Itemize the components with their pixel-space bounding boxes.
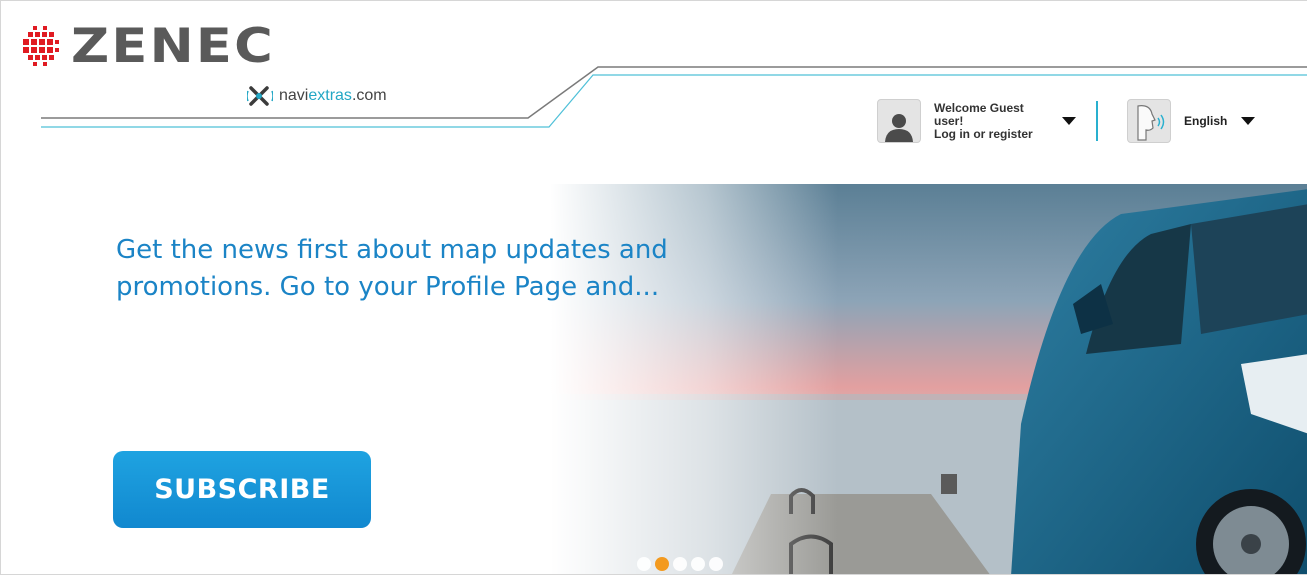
hero-headline: Get the news first about map updates and… bbox=[116, 235, 668, 302]
speaking-head-icon bbox=[1127, 99, 1171, 143]
partner-prefix: navi bbox=[279, 87, 309, 104]
brand-dot-mark-icon bbox=[23, 25, 59, 66]
page-frame: ZENEC navi extras .com Welcome Guest user!… bbox=[0, 0, 1307, 575]
language-selector[interactable]: English bbox=[1127, 99, 1256, 143]
slide-dot[interactable] bbox=[673, 557, 687, 571]
slide-dot[interactable] bbox=[637, 557, 651, 571]
chevron-down-icon[interactable] bbox=[1241, 117, 1256, 125]
user-icon bbox=[877, 99, 921, 143]
language-label: English bbox=[1184, 114, 1228, 128]
slide-dot[interactable] bbox=[709, 557, 723, 571]
user-menu[interactable]: Welcome Guest user! Log in or register bbox=[877, 99, 1076, 143]
partner-logo[interactable]: navi extras .com bbox=[247, 85, 387, 107]
partner-accent: extras bbox=[308, 87, 352, 104]
slide-dot[interactable] bbox=[691, 557, 705, 571]
brand-name: ZENEC bbox=[71, 19, 275, 74]
login-register-link[interactable]: Log in or register bbox=[934, 127, 1054, 141]
header-separator bbox=[1096, 101, 1098, 141]
brand-logo[interactable]: ZENEC bbox=[23, 23, 273, 70]
welcome-text: Welcome Guest user! bbox=[934, 100, 1024, 128]
partner-suffix: .com bbox=[351, 87, 387, 104]
naviextras-icon bbox=[247, 86, 273, 106]
subscribe-button[interactable]: SUBSCRIBE bbox=[113, 451, 371, 528]
user-greeting-block: Welcome Guest user! Log in or register bbox=[934, 100, 1054, 141]
chevron-down-icon[interactable] bbox=[1062, 117, 1076, 125]
slide-indicators bbox=[637, 557, 723, 571]
slide-dot-active[interactable] bbox=[655, 557, 669, 571]
hero-banner: Get the news first about map updates and… bbox=[1, 184, 1307, 574]
